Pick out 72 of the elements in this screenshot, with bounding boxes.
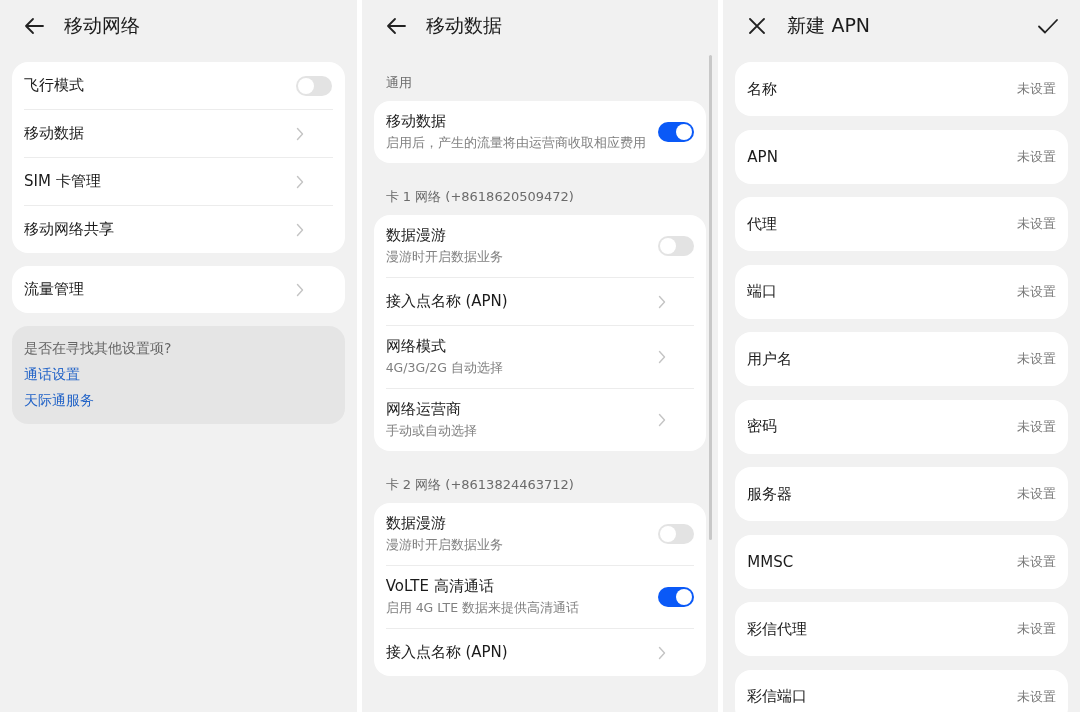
- setting-description: 4G/3G/2G 自动选择: [385, 359, 504, 377]
- setting-label[interactable]: 移动数据: [385, 112, 648, 132]
- setting-description: 手动或自动选择: [385, 422, 478, 440]
- field-label: 服务器: [747, 484, 793, 504]
- settings-link[interactable]: 天际通服务: [24, 392, 94, 410]
- field-value: 未设置: [1017, 620, 1056, 638]
- chevron-right-icon: [296, 222, 304, 237]
- apn-field-row[interactable]: APN 未设置: [735, 129, 1068, 184]
- apn-field-row[interactable]: 彩信代理 未设置: [735, 602, 1068, 656]
- setting-description: 漫游时开启数据业务: [385, 248, 504, 266]
- setting-description: 启用 4G LTE 数据来提供高清通话: [385, 599, 580, 617]
- suggestion-question: 是否在寻找其他设置项?: [24, 340, 172, 358]
- field-value: 未设置: [1017, 687, 1056, 706]
- setting-label[interactable]: 数据漫游: [385, 514, 648, 534]
- setting-label[interactable]: VoLTE 高清通话: [385, 577, 648, 597]
- toggle-switch[interactable]: [296, 75, 332, 96]
- field-label: 彩信代理: [747, 619, 808, 639]
- chevron-right-icon: [296, 126, 304, 141]
- setting-label[interactable]: 接入点名称 (APN): [385, 643, 648, 662]
- field-label: MMSC: [747, 552, 794, 571]
- section-heading: 卡 2 网络 (+8613824463712): [384, 476, 575, 494]
- apn-field-row[interactable]: 服务器 未设置: [735, 467, 1068, 521]
- toggle-switch[interactable]: [657, 587, 694, 607]
- chevron-right-icon: [657, 350, 666, 364]
- setting-label[interactable]: 网络模式: [385, 337, 648, 357]
- chevron-right-icon: [296, 282, 304, 297]
- field-label: APN: [747, 147, 778, 166]
- apn-field-row[interactable]: 密码 未设置: [735, 399, 1068, 454]
- field-value: 未设置: [1017, 215, 1056, 233]
- screen-title: 移动数据: [425, 13, 502, 38]
- setting-label[interactable]: 流量管理: [24, 280, 286, 299]
- field-value: 未设置: [1017, 282, 1056, 301]
- field-label: 彩信端口: [747, 687, 808, 706]
- field-label: 端口: [747, 282, 778, 301]
- apn-field-row[interactable]: 名称 未设置: [735, 62, 1068, 116]
- chevron-right-icon: [657, 294, 666, 309]
- setting-label[interactable]: 移动网络共享: [24, 220, 286, 239]
- setting-label[interactable]: 网络运营商: [385, 400, 648, 420]
- field-value: 未设置: [1017, 80, 1056, 98]
- screen-title: 移动网络: [64, 13, 140, 38]
- toggle-switch[interactable]: [657, 122, 694, 142]
- field-value: 未设置: [1017, 147, 1056, 166]
- setting-label[interactable]: 接入点名称 (APN): [385, 292, 648, 311]
- setting-description: 启用后，产生的流量将由运营商收取相应费用: [385, 134, 647, 152]
- apn-field-row[interactable]: MMSC 未设置: [735, 534, 1068, 589]
- setting-description: 漫游时开启数据业务: [385, 536, 504, 554]
- apn-field-row[interactable]: 彩信端口 未设置: [735, 669, 1068, 712]
- field-value: 未设置: [1017, 552, 1056, 571]
- apn-field-row[interactable]: 代理 未设置: [735, 197, 1068, 251]
- scrollbar[interactable]: [709, 55, 713, 540]
- setting-label[interactable]: 飞行模式: [24, 76, 286, 95]
- setting-label[interactable]: SIM 卡管理: [24, 172, 286, 191]
- setting-label[interactable]: 数据漫游: [385, 226, 648, 246]
- section-heading: 通用: [384, 74, 413, 92]
- settings-link[interactable]: 通话设置: [24, 366, 80, 384]
- chevron-right-icon: [296, 174, 304, 189]
- field-label: 代理: [747, 214, 778, 234]
- field-value: 未设置: [1017, 350, 1056, 368]
- setting-label[interactable]: 移动数据: [24, 124, 286, 143]
- chevron-right-icon: [657, 645, 666, 660]
- section-heading: 卡 1 网络 (+8618620509472): [384, 188, 575, 206]
- chevron-right-icon: [657, 413, 666, 427]
- field-label: 用户名: [747, 349, 793, 369]
- toggle-switch[interactable]: [657, 236, 694, 256]
- field-value: 未设置: [1017, 417, 1056, 436]
- toggle-switch[interactable]: [657, 524, 694, 544]
- apn-field-row[interactable]: 端口 未设置: [735, 264, 1068, 319]
- field-value: 未设置: [1017, 485, 1056, 503]
- screen-title: 新建 APN: [787, 13, 871, 38]
- field-label: 名称: [747, 79, 778, 99]
- field-label: 密码: [747, 417, 778, 436]
- apn-field-row[interactable]: 用户名 未设置: [735, 332, 1068, 386]
